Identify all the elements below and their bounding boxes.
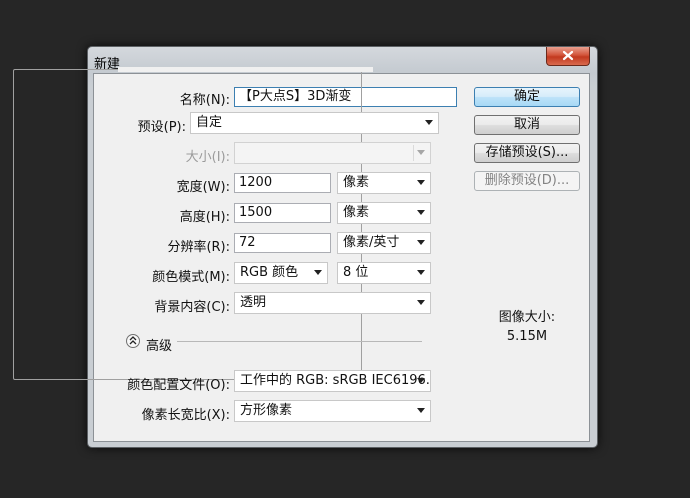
advanced-toggle-button[interactable] bbox=[126, 334, 140, 348]
pixel-aspect-select[interactable]: 方形像素 bbox=[234, 400, 431, 422]
chevron-down-icon bbox=[417, 300, 425, 305]
image-size-label: 图像大小: bbox=[498, 310, 556, 325]
chevron-down-icon bbox=[314, 270, 322, 275]
ok-button[interactable]: 确定 bbox=[474, 87, 580, 107]
chevron-down-icon bbox=[417, 240, 425, 245]
chevron-down-icon bbox=[417, 378, 425, 383]
width-unit-value: 像素 bbox=[343, 175, 370, 190]
color-profile-label: 颜色配置文件(O): bbox=[127, 378, 230, 393]
chevron-down-icon bbox=[417, 180, 425, 185]
background-value: 透明 bbox=[240, 295, 267, 310]
height-label: 高度(H): bbox=[179, 210, 230, 225]
size-label: 大小(I): bbox=[185, 150, 230, 165]
background-label: 背景内容(C): bbox=[154, 300, 230, 315]
pixel-aspect-value: 方形像素 bbox=[240, 403, 293, 418]
resolution-label: 分辨率(R): bbox=[167, 240, 230, 255]
background-select[interactable]: 透明 bbox=[234, 292, 431, 314]
size-select bbox=[234, 142, 431, 164]
cancel-button[interactable]: 取消 bbox=[474, 115, 580, 135]
pixel-aspect-label: 像素长宽比(X): bbox=[141, 408, 230, 423]
width-unit-select[interactable]: 像素 bbox=[337, 172, 431, 194]
chevron-up-icon bbox=[129, 336, 137, 345]
bit-depth-select[interactable]: 8 位 bbox=[337, 262, 431, 284]
preset-select[interactable]: 自定 bbox=[190, 112, 439, 134]
advanced-label: 高级 bbox=[146, 339, 173, 354]
width-label: 宽度(W): bbox=[176, 180, 230, 195]
save-preset-button[interactable]: 存储预设(S)... bbox=[474, 143, 580, 163]
preset-value: 自定 bbox=[196, 115, 223, 130]
image-size-value: 5.15M bbox=[506, 329, 548, 344]
chevron-down-icon bbox=[417, 210, 425, 215]
bit-depth-value: 8 位 bbox=[343, 265, 369, 280]
chevron-down-icon bbox=[417, 150, 425, 155]
height-unit-value: 像素 bbox=[343, 205, 370, 220]
color-profile-value: 工作中的 RGB: sRGB IEC6196... bbox=[240, 373, 431, 388]
height-unit-select[interactable]: 像素 bbox=[337, 202, 431, 224]
height-input[interactable]: 1500 bbox=[234, 203, 331, 223]
resolution-unit-select[interactable]: 像素/英寸 bbox=[337, 232, 431, 254]
advanced-divider bbox=[177, 341, 422, 342]
width-input[interactable]: 1200 bbox=[234, 173, 331, 193]
chevron-down-icon bbox=[417, 270, 425, 275]
close-button[interactable] bbox=[546, 47, 590, 66]
color-mode-select[interactable]: RGB 颜色 bbox=[234, 262, 328, 284]
color-mode-value: RGB 颜色 bbox=[240, 265, 299, 280]
color-mode-label: 颜色模式(M): bbox=[152, 270, 230, 285]
chevron-down-icon bbox=[417, 408, 425, 413]
delete-preset-button: 删除预设(D)... bbox=[474, 171, 580, 191]
chevron-down-icon bbox=[425, 120, 433, 125]
resolution-unit-value: 像素/英寸 bbox=[343, 235, 400, 250]
color-profile-select[interactable]: 工作中的 RGB: sRGB IEC6196... bbox=[234, 370, 431, 392]
close-icon bbox=[562, 50, 574, 61]
preset-label: 预设(P): bbox=[137, 120, 186, 135]
resolution-input[interactable]: 72 bbox=[234, 233, 331, 253]
